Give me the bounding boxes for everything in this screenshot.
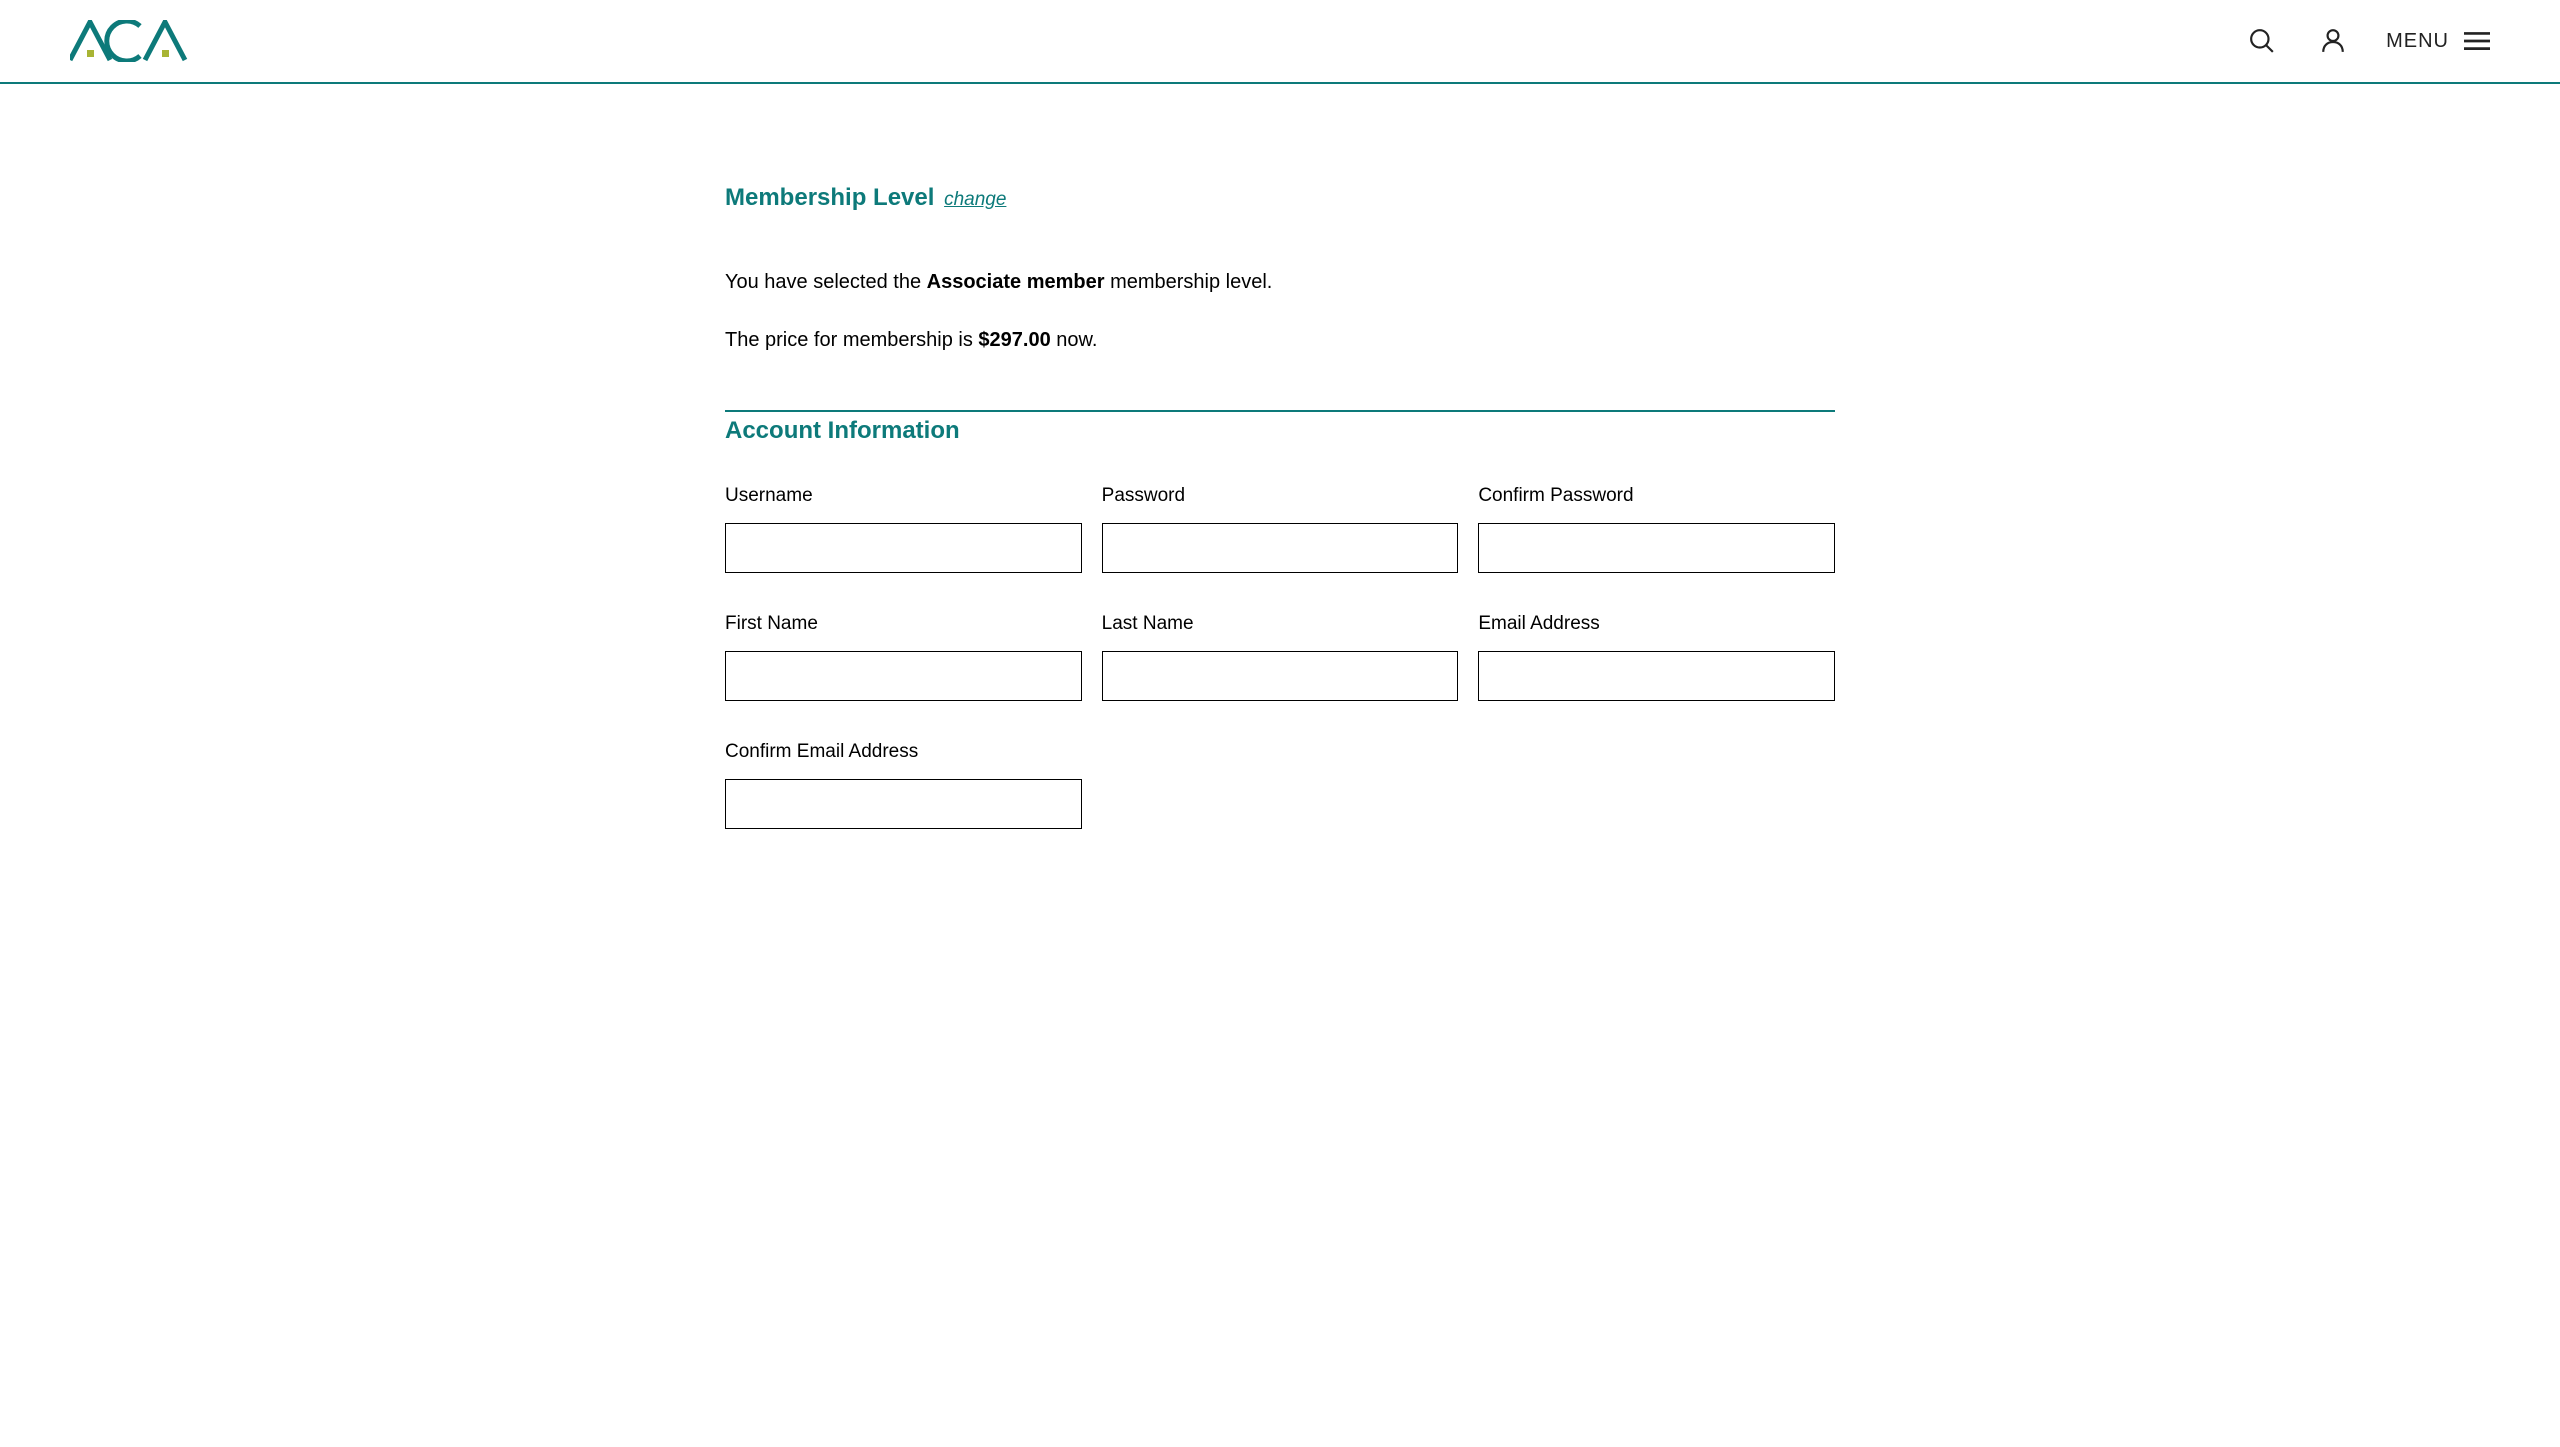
menu-label: MENU — [2386, 30, 2449, 53]
menu-button[interactable]: MENU — [2386, 30, 2490, 53]
account-form: Username Password Confirm Password First… — [725, 485, 1835, 829]
change-level-link[interactable]: change — [944, 189, 1006, 210]
confirm-password-group: Confirm Password — [1478, 485, 1835, 573]
password-label: Password — [1102, 485, 1459, 507]
selected-level-text: You have selected the Associate member m… — [725, 267, 1835, 297]
search-button[interactable] — [2244, 23, 2280, 59]
confirm-email-group: Confirm Email Address — [725, 741, 1082, 829]
last-name-group: Last Name — [1102, 613, 1459, 701]
last-name-label: Last Name — [1102, 613, 1459, 635]
price-value: $297.00 — [978, 329, 1050, 351]
last-name-field[interactable] — [1102, 651, 1459, 701]
email-label: Email Address — [1478, 613, 1835, 635]
first-name-field[interactable] — [725, 651, 1082, 701]
account-info-heading: Account Information — [725, 410, 1835, 445]
membership-level-heading: Membership Level change — [725, 184, 1835, 212]
main-content: Membership Level change You have selecte… — [725, 84, 1835, 889]
password-group: Password — [1102, 485, 1459, 573]
confirm-email-field[interactable] — [725, 779, 1082, 829]
logo[interactable] — [70, 20, 215, 62]
confirm-password-field[interactable] — [1478, 523, 1835, 573]
email-field[interactable] — [1478, 651, 1835, 701]
search-icon — [2249, 28, 2275, 54]
username-label: Username — [725, 485, 1082, 507]
hamburger-icon — [2464, 31, 2490, 51]
confirm-email-label: Confirm Email Address — [725, 741, 1082, 763]
first-name-label: First Name — [725, 613, 1082, 635]
email-group: Email Address — [1478, 613, 1835, 701]
username-group: Username — [725, 485, 1082, 573]
selected-level-name: Associate member — [927, 271, 1105, 293]
password-field[interactable] — [1102, 523, 1459, 573]
site-header: MENU — [0, 0, 2560, 84]
header-actions: MENU — [2244, 23, 2490, 59]
account-button[interactable] — [2315, 23, 2351, 59]
confirm-password-label: Confirm Password — [1478, 485, 1835, 507]
membership-heading-text: Membership Level — [725, 184, 934, 211]
price-text: The price for membership is $297.00 now. — [725, 325, 1835, 355]
aca-logo-icon — [70, 20, 215, 62]
first-name-group: First Name — [725, 613, 1082, 701]
username-field[interactable] — [725, 523, 1082, 573]
user-icon — [2320, 28, 2346, 54]
